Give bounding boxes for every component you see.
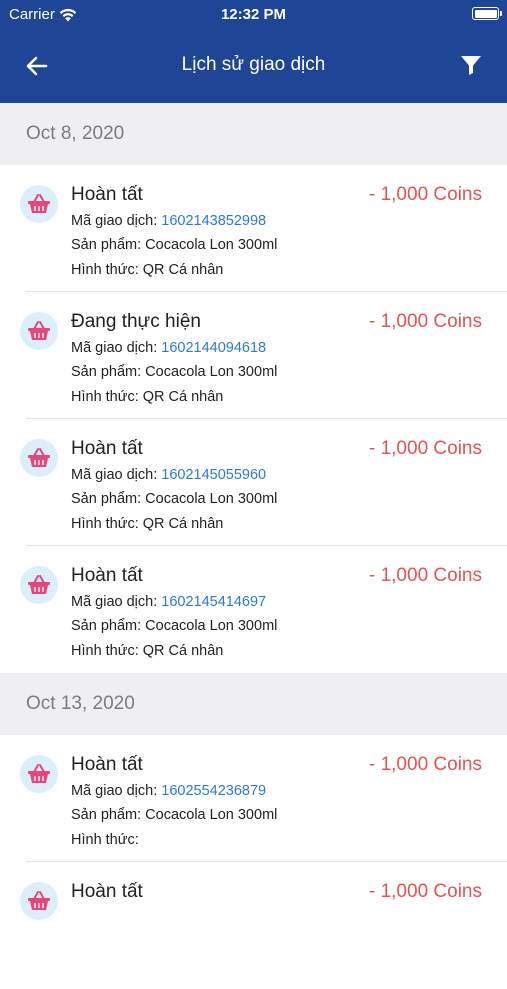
transaction-code[interactable]: 1602145055960: [161, 467, 266, 483]
transaction-amount: - 1,000 Coins: [368, 754, 482, 775]
transaction-product-line: Sản phẩm: Cocacola Lon 300ml: [71, 237, 277, 253]
transaction-icon: [20, 439, 58, 477]
product-label: Sản phẩm:: [71, 364, 146, 380]
basket-icon: [28, 194, 50, 213]
transaction-code[interactable]: 1602144094618: [161, 340, 266, 356]
battery-icon: [472, 7, 502, 20]
transaction-item[interactable]: Hoàn tất - 1,000 Coins: [0, 862, 507, 989]
transaction-code[interactable]: 1602145414697: [161, 594, 266, 610]
method-label: Hình thức:: [71, 643, 143, 659]
transaction-status: Hoàn tất: [71, 754, 143, 775]
transaction-amount: - 1,000 Coins: [368, 184, 482, 205]
basket-icon: [28, 891, 50, 910]
transaction-status: Hoàn tất: [71, 438, 143, 459]
method-label: Hình thức:: [71, 262, 143, 278]
product-label: Sản phẩm:: [71, 618, 146, 634]
transaction-amount: - 1,000 Coins: [368, 565, 482, 586]
basket-icon: [28, 575, 50, 594]
transaction-code-line: Mã giao dịch: 1602143852998: [71, 213, 266, 229]
transaction-item[interactable]: Hoàn tất - 1,000 Coins Mã giao dịch: 16021…: [0, 419, 507, 546]
transaction-icon: [20, 185, 58, 223]
transaction-list[interactable]: Oct 8, 2020 Hoàn tất - 1,000 Coins Mã giao …: [0, 103, 507, 989]
page-title: Lịch sử giao dịch: [181, 54, 326, 75]
method-label: Hình thức:: [71, 516, 143, 532]
transaction-method: QR Cá nhân: [142, 516, 224, 532]
transaction-code-line: Mã giao dịch: 1602145414697: [71, 594, 266, 610]
code-label: Mã giao dịch:: [71, 783, 162, 799]
transaction-icon: [20, 755, 58, 793]
transaction-icon: [20, 566, 58, 604]
transaction-amount: - 1,000 Coins: [368, 438, 482, 459]
basket-icon: [28, 448, 50, 467]
date-header: Oct 8, 2020: [0, 103, 507, 165]
transaction-method-line: Hình thức:: [71, 832, 139, 848]
basket-icon: [28, 321, 50, 340]
transaction-method-line: Hình thức: QR Cá nhân: [71, 389, 223, 405]
transaction-product: Cocacola Lon 300ml: [145, 618, 278, 634]
transaction-code[interactable]: 1602554236879: [161, 783, 266, 799]
transaction-product: Cocacola Lon 300ml: [145, 491, 278, 507]
transaction-product-line: Sản phẩm: Cocacola Lon 300ml: [71, 618, 277, 634]
transaction-method: QR Cá nhân: [142, 262, 224, 278]
product-label: Sản phẩm:: [71, 807, 146, 823]
transaction-method-line: Hình thức: QR Cá nhân: [71, 643, 223, 659]
transaction-item[interactable]: Hoàn tất - 1,000 Coins Mã giao dịch: 16025…: [0, 735, 507, 862]
code-label: Mã giao dịch:: [71, 467, 162, 483]
date-header: Oct 13, 2020: [0, 673, 507, 735]
transaction-status: Hoàn tất: [71, 184, 143, 205]
transaction-item[interactable]: Hoàn tất - 1,000 Coins Mã giao dịch: 16021…: [0, 165, 507, 292]
method-label: Hình thức:: [71, 389, 143, 405]
transaction-product: Cocacola Lon 300ml: [145, 237, 278, 253]
transaction-amount: - 1,000 Coins: [368, 311, 482, 332]
status-bar: Carrier 12:32 PM: [0, 0, 507, 28]
product-label: Sản phẩm:: [71, 237, 146, 253]
transaction-code-line: Mã giao dịch: 1602554236879: [71, 783, 266, 799]
status-time: 12:32 PM: [220, 6, 287, 23]
transaction-status: Đang thực hiện: [71, 311, 201, 332]
transaction-status: Hoàn tất: [71, 565, 143, 586]
product-label: Sản phẩm:: [71, 491, 146, 507]
app-header: Carrier 12:32 PM Lịch sử giao dịch: [0, 0, 507, 103]
transaction-code[interactable]: 1602143852998: [161, 213, 266, 229]
transaction-method-line: Hình thức: QR Cá nhân: [71, 262, 223, 278]
code-label: Mã giao dịch:: [71, 594, 162, 610]
transaction-product-line: Sản phẩm: Cocacola Lon 300ml: [71, 491, 277, 507]
transaction-product: Cocacola Lon 300ml: [145, 364, 278, 380]
transaction-method: QR Cá nhân: [142, 389, 224, 405]
basket-icon: [28, 764, 50, 783]
transaction-code-line: Mã giao dịch: 1602144094618: [71, 340, 266, 356]
transaction-item[interactable]: Hoàn tất - 1,000 Coins Mã giao dịch: 16021…: [0, 546, 507, 673]
code-label: Mã giao dịch:: [71, 340, 162, 356]
transaction-icon: [20, 312, 58, 350]
transaction-code-line: Mã giao dịch: 1602145055960: [71, 467, 266, 483]
transaction-method-line: Hình thức: QR Cá nhân: [71, 516, 223, 532]
transaction-item[interactable]: Đang thực hiện - 1,000 Coins Mã giao dịch:…: [0, 292, 507, 419]
transaction-product-line: Sản phẩm: Cocacola Lon 300ml: [71, 807, 277, 823]
transaction-method: QR Cá nhân: [142, 643, 224, 659]
transaction-product-line: Sản phẩm: Cocacola Lon 300ml: [71, 364, 277, 380]
nav-bar: Lịch sử giao dịch: [0, 40, 507, 90]
code-label: Mã giao dịch:: [71, 213, 162, 229]
transaction-product: Cocacola Lon 300ml: [145, 807, 278, 823]
method-label: Hình thức:: [71, 832, 139, 848]
filter-icon[interactable]: [459, 53, 483, 77]
transaction-icon: [20, 882, 58, 920]
